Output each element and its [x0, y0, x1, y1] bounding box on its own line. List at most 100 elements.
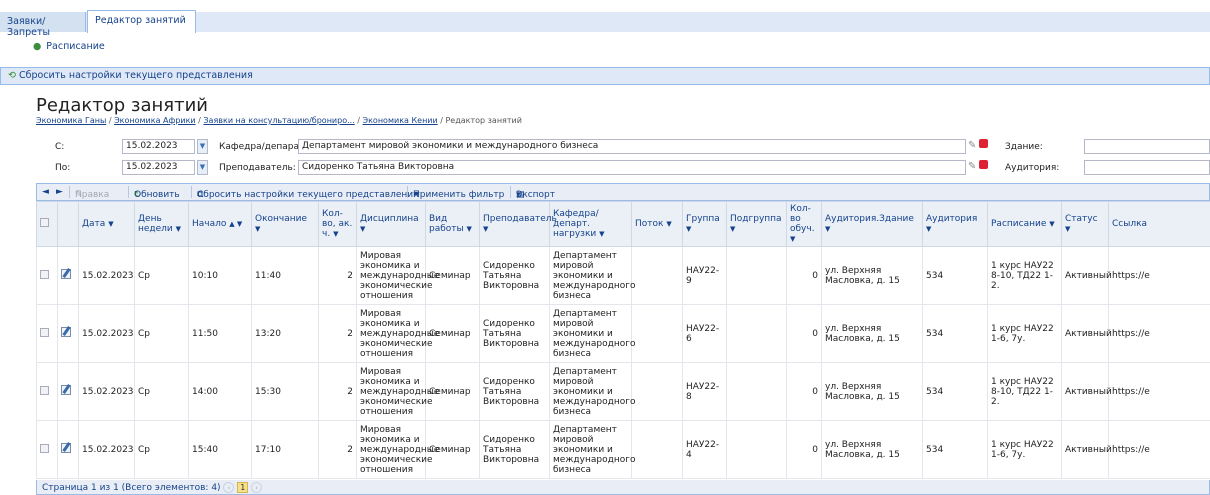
row-edit-cell[interactable]: [57, 304, 79, 363]
filter-arrow-icon[interactable]: ▼: [599, 230, 604, 238]
pencil-icon[interactable]: ✎: [968, 161, 976, 172]
schedule-cell: 1 курс НАУ22 1-6, 7у.: [987, 304, 1062, 363]
students-cell: 0: [786, 420, 822, 479]
row-select-cell[interactable]: [36, 246, 58, 305]
next-icon[interactable]: ►: [56, 187, 63, 197]
filter-arrow-icon[interactable]: ▼: [108, 220, 113, 228]
filter-arrow-icon[interactable]: ▼: [790, 235, 795, 243]
checkbox-icon[interactable]: [40, 385, 49, 395]
link-cell: https://e: [1108, 246, 1210, 305]
column-header[interactable]: Кол-во, ак. ч. ▼: [318, 201, 357, 247]
prev-page-icon[interactable]: ‹: [223, 482, 235, 493]
from-date-input[interactable]: 15.02.2023: [122, 139, 195, 154]
checkbox-icon[interactable]: [40, 327, 49, 337]
edit-icon[interactable]: [61, 385, 71, 395]
tab-lesson-editor[interactable]: Редактор занятий: [87, 10, 196, 33]
table-row[interactable]: 15.02.2023 Ср 11:50 13:20 2 Мировая экономика…: [36, 304, 1210, 363]
column-header[interactable]: Дата ▼: [78, 201, 135, 247]
breadcrumb-item[interactable]: Заявки на консультацию/брониро...: [203, 116, 354, 125]
filter-arrow-icon[interactable]: ▼: [360, 225, 365, 233]
schedule-nav-item[interactable]: ● Расписание: [33, 41, 105, 52]
column-label: Ссылка: [1112, 219, 1148, 229]
column-header[interactable]: Аудитория ▼: [922, 201, 988, 247]
chevron-down-icon[interactable]: ▼: [197, 139, 208, 154]
to-date-input[interactable]: 15.02.2023: [122, 160, 195, 175]
work-type-cell: Семинар: [425, 420, 480, 479]
checkbox-icon[interactable]: [40, 218, 49, 227]
column-header[interactable]: Начало ▲ ▼: [188, 201, 252, 247]
breadcrumb-item[interactable]: Экономика Ганы: [36, 116, 106, 125]
column-header[interactable]: Ссылка: [1108, 201, 1210, 247]
reset-view-label[interactable]: Сбросить настройки текущего представлени…: [19, 70, 253, 81]
filter-arrow-icon[interactable]: ▼: [176, 225, 181, 233]
pencil-icon[interactable]: ✎: [968, 140, 976, 151]
day-cell: Ср: [134, 362, 189, 421]
room-input[interactable]: [1084, 160, 1210, 175]
current-page-button[interactable]: 1: [237, 482, 249, 493]
row-edit-cell[interactable]: [57, 246, 79, 305]
table-row[interactable]: 15.02.2023 Ср 10:10 11:40 2 Мировая экономика…: [36, 246, 1210, 305]
checkbox-icon[interactable]: [40, 269, 49, 279]
next-page-icon[interactable]: ›: [251, 482, 263, 493]
column-label: Расписание: [991, 219, 1047, 229]
edit-icon[interactable]: [61, 269, 71, 279]
column-header[interactable]: Аудитория.Здание ▼: [821, 201, 923, 247]
column-header[interactable]: Расписание ▼: [987, 201, 1062, 247]
edit-icon[interactable]: [61, 327, 71, 337]
edit-icon[interactable]: [61, 443, 71, 453]
toolbar-separator: [69, 186, 70, 198]
filter-arrow-icon[interactable]: ▼: [730, 225, 735, 233]
filter-arrow-icon[interactable]: ▼: [825, 225, 830, 233]
column-header[interactable]: Вид работы ▼: [425, 201, 480, 247]
filter-arrow-icon[interactable]: ▼: [686, 225, 691, 233]
column-header[interactable]: Окончание ▼: [251, 201, 319, 247]
filter-arrow-icon[interactable]: ▼: [483, 225, 488, 233]
checkbox-icon[interactable]: [40, 443, 49, 453]
chevron-down-icon[interactable]: ▼: [197, 160, 208, 175]
start-cell: 15:40: [188, 420, 252, 479]
filter-arrow-icon[interactable]: ▼: [333, 230, 338, 238]
select-all-header[interactable]: [36, 201, 58, 247]
row-select-cell[interactable]: [36, 304, 58, 363]
filter-arrow-icon[interactable]: ▼: [926, 225, 931, 233]
column-header[interactable]: Поток ▼: [631, 201, 683, 247]
filter-arrow-icon[interactable]: ▼: [255, 225, 260, 233]
tab-requests[interactable]: Заявки/Запреты: [0, 12, 86, 38]
schedule-link[interactable]: Расписание: [46, 41, 104, 52]
edit-col-header: [57, 201, 79, 247]
breadcrumb-item[interactable]: Экономика Африки: [114, 116, 196, 125]
row-edit-cell[interactable]: [57, 420, 79, 479]
column-label: Начало: [192, 219, 227, 229]
start-cell: 11:50: [188, 304, 252, 363]
end-cell: 13:20: [251, 304, 319, 363]
column-header[interactable]: День недели ▼: [134, 201, 189, 247]
filter-arrow-icon[interactable]: ▼: [1065, 225, 1070, 233]
table-row[interactable]: 15.02.2023 Ср 15:40 17:10 2 Мировая экономика…: [36, 420, 1210, 479]
column-label: Преподаватель: [483, 214, 557, 224]
column-header[interactable]: Кол-во обуч. ▼: [786, 201, 822, 247]
teacher-input[interactable]: Сидоренко Татьяна Викторовна: [298, 160, 966, 175]
breadcrumb-item[interactable]: Экономика Кении: [363, 116, 438, 125]
row-select-cell[interactable]: [36, 420, 58, 479]
column-header[interactable]: Подгруппа ▼: [726, 201, 787, 247]
column-header[interactable]: Группа ▼: [682, 201, 727, 247]
column-header[interactable]: Статус ▼: [1061, 201, 1109, 247]
sort-asc-icon[interactable]: ▲ ▼: [229, 220, 242, 228]
row-edit-cell[interactable]: [57, 362, 79, 421]
status-cell: Активный: [1061, 304, 1112, 363]
table-row[interactable]: 15.02.2023 Ср 14:00 15:30 2 Мировая экономика…: [36, 362, 1210, 421]
filter-arrow-icon[interactable]: ▼: [467, 225, 472, 233]
filter-arrow-icon[interactable]: ▼: [1049, 220, 1054, 228]
eraser-icon[interactable]: [979, 139, 989, 148]
reset-view-bar[interactable]: ⟲ Сбросить настройки текущего представлен…: [0, 67, 1210, 85]
column-header[interactable]: Кафедра/ департ. нагрузки ▼: [549, 201, 632, 247]
eraser-icon[interactable]: [979, 160, 989, 169]
building-input[interactable]: [1084, 139, 1210, 154]
discipline-cell: Мировая экономика и международные эконом…: [356, 420, 439, 479]
prev-icon[interactable]: ◄: [42, 187, 49, 197]
column-header[interactable]: Преподаватель ▼: [479, 201, 557, 247]
column-header[interactable]: Дисциплина ▼: [356, 201, 426, 247]
dept-input[interactable]: Департамент мировой экономики и междунар…: [298, 139, 966, 154]
filter-arrow-icon[interactable]: ▼: [666, 220, 671, 228]
row-select-cell[interactable]: [36, 362, 58, 421]
